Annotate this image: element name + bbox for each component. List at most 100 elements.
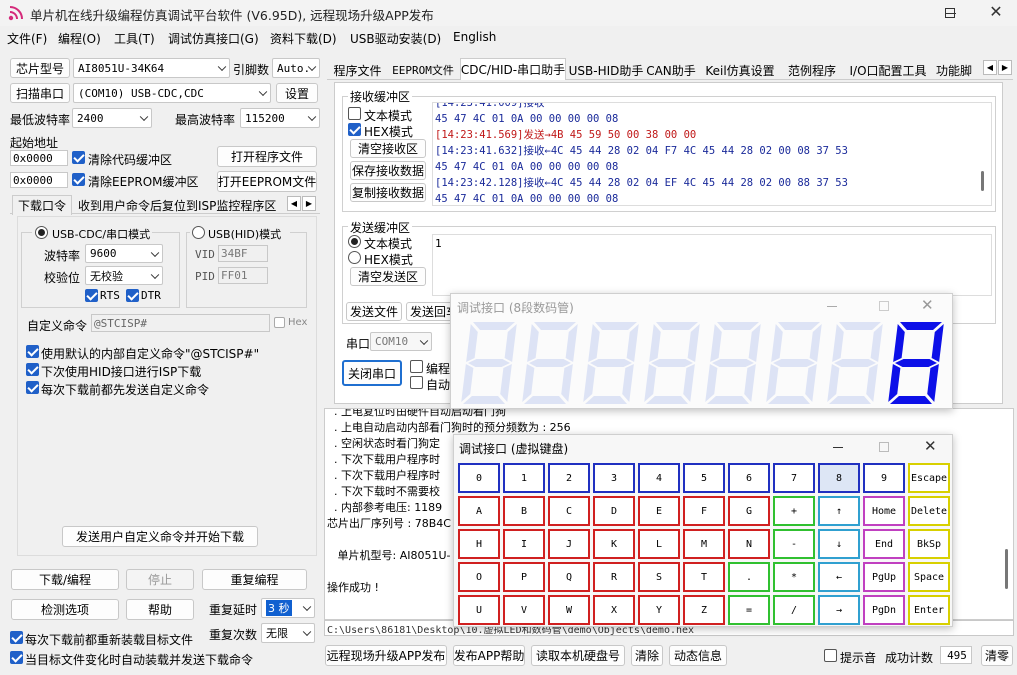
help-button[interactable]: 帮助 (126, 599, 194, 620)
key-D[interactable]: D (593, 496, 635, 526)
settings-button[interactable]: 设置 (276, 83, 318, 103)
copy-receive-button[interactable]: 复制接收数据 (350, 183, 426, 202)
key-Enter[interactable]: Enter (908, 595, 950, 625)
key-U[interactable]: U (458, 595, 500, 625)
auto-checkbox[interactable] (410, 376, 423, 389)
recv-scrollbar[interactable] (981, 171, 984, 191)
key-X[interactable]: X (593, 595, 635, 625)
remote-upgrade-button[interactable]: 远程现场升级APP发布 (325, 645, 447, 666)
kb-minimize-icon[interactable] (833, 447, 843, 448)
key-G[interactable]: G (728, 496, 770, 526)
key-Delete[interactable]: Delete (908, 496, 950, 526)
tab-io-config[interactable]: I/O口配置工具 (845, 60, 931, 80)
eeprom-address-input[interactable]: 0x0000 (10, 172, 68, 188)
key-Q[interactable]: Q (548, 562, 590, 592)
key-W[interactable]: W (548, 595, 590, 625)
tab-can[interactable]: CAN助手 (646, 60, 696, 80)
key-F[interactable]: F (683, 496, 725, 526)
menu-tools[interactable]: 工具(T) (114, 30, 155, 47)
clear-log-button[interactable]: 清除 (631, 645, 663, 666)
auto-load-checkbox[interactable] (10, 651, 23, 664)
key-I[interactable]: I (503, 529, 545, 559)
key--[interactable]: - (773, 529, 815, 559)
menu-program[interactable]: 编程(O) (58, 30, 101, 47)
tab-program-file[interactable]: 程序文件 (330, 60, 385, 80)
repeat-program-button[interactable]: 重复编程 (202, 569, 307, 590)
close-icon[interactable]: ✕ (988, 3, 1004, 21)
menu-file[interactable]: 文件(F) (7, 30, 47, 47)
send-custom-download-button[interactable]: 发送用户自定义命令并开始下载 (62, 526, 258, 547)
key-BkSp[interactable]: BkSp (908, 529, 950, 559)
log-scrollbar[interactable] (1005, 549, 1008, 589)
send-buffer-area[interactable]: 1 (432, 234, 992, 296)
key-Space[interactable]: Space (908, 562, 950, 592)
seg-minimize-icon[interactable] (827, 306, 837, 307)
open-eeprom-button[interactable]: 打开EEPROM文件 (217, 171, 317, 192)
scan-port-button[interactable]: 扫描串口 (10, 83, 70, 103)
send-text-mode-radio[interactable] (348, 235, 361, 248)
check-options-button[interactable]: 检测选项 (11, 599, 119, 620)
key-O[interactable]: O (458, 562, 500, 592)
key-H[interactable]: H (458, 529, 500, 559)
key-*[interactable]: * (773, 562, 815, 592)
key-B[interactable]: B (503, 496, 545, 526)
min-baud-select[interactable]: 2400 (72, 108, 152, 128)
clear-send-button[interactable]: 清空发送区 (350, 267, 426, 286)
maximize-icon[interactable] (942, 5, 958, 21)
menu-english[interactable]: English (453, 30, 496, 44)
key-2[interactable]: 2 (548, 463, 590, 493)
code-address-input[interactable]: 0x0000 (10, 150, 68, 166)
menu-downloads[interactable]: 资料下载(D) (270, 30, 337, 47)
send-hex-mode-radio[interactable] (348, 251, 361, 264)
key-J[interactable]: J (548, 529, 590, 559)
max-baud-select[interactable]: 115200 (240, 108, 320, 128)
key-End[interactable]: End (863, 529, 905, 559)
key-.[interactable]: . (728, 562, 770, 592)
seg-maximize-icon[interactable] (879, 301, 889, 311)
pin-count-select[interactable]: Auto. (272, 58, 320, 78)
key-3[interactable]: 3 (593, 463, 635, 493)
read-disk-button[interactable]: 读取本机硬盘号 (531, 645, 625, 666)
recv-text-mode-checkbox[interactable] (348, 107, 361, 120)
key-7[interactable]: 7 (773, 463, 815, 493)
close-port-button[interactable]: 关闭串口 (342, 360, 402, 386)
seg-close-icon[interactable]: ✕ (921, 296, 934, 314)
key-→[interactable]: → (818, 595, 860, 625)
stop-button[interactable]: 停止 (126, 569, 194, 590)
repeat-count-select[interactable]: 无限 (261, 623, 315, 643)
tab-examples[interactable]: 范例程序 (784, 60, 840, 80)
chip-model-select[interactable]: AI8051U-34K64 (73, 58, 230, 78)
key-↑[interactable]: ↑ (818, 496, 860, 526)
key-↓[interactable]: ↓ (818, 529, 860, 559)
tab-scroll-right-icon[interactable]: ▶ (302, 196, 316, 211)
tab-usb-hid[interactable]: USB-HID助手 (569, 60, 644, 80)
sound-checkbox[interactable] (824, 649, 837, 662)
tab-scroll-left-icon[interactable]: ◀ (287, 196, 301, 211)
key-Z[interactable]: Z (683, 595, 725, 625)
key-1[interactable]: 1 (503, 463, 545, 493)
key-E[interactable]: E (638, 496, 680, 526)
key-V[interactable]: V (503, 595, 545, 625)
key-S[interactable]: S (638, 562, 680, 592)
key-←[interactable]: ← (818, 562, 860, 592)
tab-isp-reset[interactable]: 收到用户命令后复位到ISP监控程序区 (78, 197, 276, 214)
key-Y[interactable]: Y (638, 595, 680, 625)
right-tab-left-icon[interactable]: ◀ (983, 60, 997, 75)
receive-buffer-area[interactable]: [14:23:41.009]接收 45 47 4C 01 0A 00 00 00… (432, 102, 992, 206)
right-tab-right-icon[interactable]: ▶ (998, 60, 1012, 75)
kb-maximize-icon[interactable] (879, 442, 889, 452)
key-T[interactable]: T (683, 562, 725, 592)
key-K[interactable]: K (593, 529, 635, 559)
tab-eeprom-file[interactable]: EEPROM文件 (390, 60, 456, 80)
key-L[interactable]: L (638, 529, 680, 559)
open-program-button[interactable]: 打开程序文件 (217, 146, 317, 167)
key-=[interactable]: = (728, 595, 770, 625)
clear-code-checkbox[interactable] (72, 151, 85, 164)
recv-hex-mode-checkbox[interactable] (348, 123, 361, 136)
prog-done-checkbox[interactable] (410, 360, 423, 373)
key-0[interactable]: 0 (458, 463, 500, 493)
key-PgUp[interactable]: PgUp (863, 562, 905, 592)
repeat-delay-select[interactable]: 3 秒 (261, 598, 315, 618)
key-6[interactable]: 6 (728, 463, 770, 493)
reload-file-checkbox[interactable] (10, 631, 23, 644)
